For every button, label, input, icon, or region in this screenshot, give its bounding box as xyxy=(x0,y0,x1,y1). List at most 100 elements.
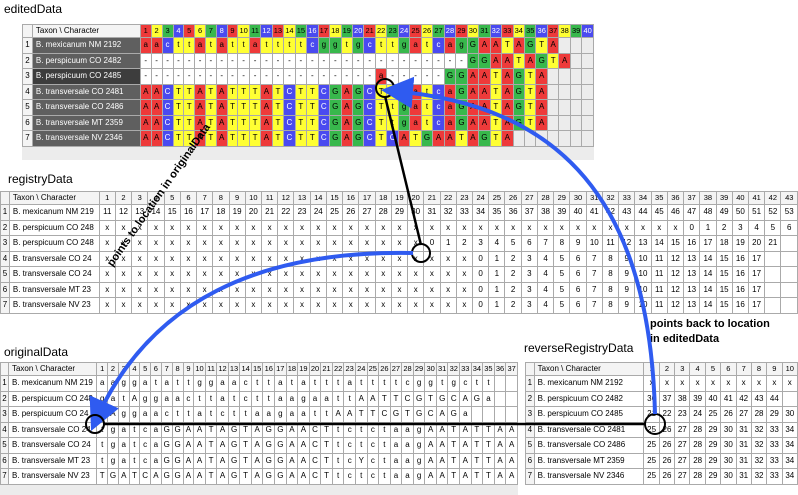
base-cell: G xyxy=(447,406,461,423)
base-cell: T xyxy=(239,421,252,438)
matrix-row: 7 B. transversale NV 2346 A A C T T A T A T T T A T C T T… xyxy=(22,130,594,147)
value-cell: 15 xyxy=(715,297,733,314)
taxon-name: B. transversale CO 2486 xyxy=(533,437,645,454)
value-cell: 13 xyxy=(683,266,701,283)
base-cell: T xyxy=(489,68,503,85)
value-cell: 25 xyxy=(643,452,660,469)
value-cell: 4 xyxy=(536,266,555,283)
taxon-name: B. transversale NV 23 xyxy=(7,468,98,485)
base-cell: - xyxy=(420,52,434,69)
base-cell: t xyxy=(128,421,141,438)
row-number: 6 xyxy=(0,452,9,469)
value-cell: x xyxy=(439,219,457,236)
value-cell: 4 xyxy=(536,297,555,314)
base-cell: G xyxy=(478,52,491,69)
value-cell xyxy=(764,250,782,267)
value-cell: x xyxy=(163,235,181,252)
column-header: 9 xyxy=(766,362,783,376)
base-cell: G xyxy=(171,421,184,438)
base-cell: t xyxy=(482,375,495,392)
base-cell: c xyxy=(306,37,319,54)
points-back-annotation-line1: points back to location xyxy=(650,318,770,330)
value-cell: 21 xyxy=(260,204,279,221)
base-cell: g xyxy=(274,406,287,423)
base-cell: T xyxy=(482,421,495,438)
base-cell: t xyxy=(183,37,196,54)
base-cell: A xyxy=(331,406,345,423)
value-cell: 42 xyxy=(735,390,752,407)
value-cell: 7 xyxy=(585,281,603,298)
value-cell: 21 xyxy=(643,406,660,423)
header-row: Taxon \ Character 1 2 3 4 5 6 7 8 9 10 xyxy=(525,362,798,376)
value-cell: 3 xyxy=(520,297,538,314)
base-cell: t xyxy=(354,437,368,454)
value-cell: x xyxy=(455,266,474,283)
value-cell: 14 xyxy=(699,297,717,314)
value-cell: 31 xyxy=(423,204,441,221)
value-cell: 12 xyxy=(666,250,685,267)
value-cell: 26 xyxy=(720,406,737,423)
value-cell: x xyxy=(228,297,246,314)
column-header: 6 xyxy=(150,362,162,376)
value-cell: 26 xyxy=(342,204,360,221)
value-cell: x xyxy=(439,266,457,283)
value-cell: 38 xyxy=(674,390,691,407)
value-cell: x xyxy=(293,250,311,267)
base-cell: A xyxy=(459,421,472,438)
matrix-row: 1 B. mexicanum NM 219 a a g g a t a t t g g a a c t t a t a t… xyxy=(0,375,518,392)
value-cell xyxy=(764,297,782,314)
value-cell: x xyxy=(196,235,214,252)
base-cell: t xyxy=(96,452,108,469)
matrix-row: 4 B. transversale CO 2481 A A C T T A T A T T T A T C T T… xyxy=(22,83,594,100)
taxon-name: B. mexicanum NM 219 xyxy=(8,204,100,221)
column-header: 31 xyxy=(585,191,603,205)
base-cell: - xyxy=(248,52,262,69)
base-cell: T xyxy=(512,52,526,69)
value-cell: 38 xyxy=(536,204,555,221)
base-cell: t xyxy=(262,375,276,392)
base-cell xyxy=(546,99,560,116)
base-cell: A xyxy=(478,37,491,54)
base-cell: G xyxy=(470,390,484,407)
value-cell: x xyxy=(244,235,262,252)
reverse-registry-matrix: Taxon \ Character 1 2 3 4 5 6 7 8 9 10 1 B. mexicanu… xyxy=(525,362,798,485)
matrix-row: 6 B. transversale MT 23 t g a t c a G G A A T A G T A G G A… xyxy=(0,452,518,469)
base-cell xyxy=(535,130,548,147)
column-header: 35 xyxy=(650,191,668,205)
base-cell: a xyxy=(262,406,276,423)
column-header: 2 xyxy=(114,191,133,205)
base-cell: g xyxy=(412,468,426,485)
base-cell: A xyxy=(505,452,518,469)
base-cell: C xyxy=(378,406,391,423)
value-cell: x xyxy=(455,250,474,267)
base-cell: c xyxy=(459,375,472,392)
base-cell: - xyxy=(139,52,152,69)
value-cell: 30 xyxy=(720,468,737,485)
base-cell: G xyxy=(478,130,491,147)
value-cell: 29 xyxy=(704,437,722,454)
base-cell xyxy=(470,406,484,423)
column-header: 18 xyxy=(329,24,342,38)
value-cell: 34 xyxy=(781,468,798,485)
value-cell: 3 xyxy=(520,281,538,298)
value-cell: x xyxy=(179,297,198,314)
base-cell: A xyxy=(435,421,449,438)
base-cell: g xyxy=(106,421,119,438)
value-cell: x xyxy=(131,266,149,283)
column-header: 13 xyxy=(293,191,311,205)
base-cell: a xyxy=(139,406,152,423)
value-cell: 16 xyxy=(683,235,701,252)
base-cell: T xyxy=(482,452,495,469)
value-cell xyxy=(780,235,798,252)
base-cell: C xyxy=(308,468,322,485)
value-cell: x xyxy=(650,219,668,236)
value-cell: 25 xyxy=(704,406,722,423)
base-cell: T xyxy=(523,83,537,100)
column-header: 40 xyxy=(731,191,750,205)
row-number: 1 xyxy=(0,204,10,221)
column-header: 26 xyxy=(378,362,391,376)
value-cell: x xyxy=(196,297,214,314)
base-cell: T xyxy=(271,130,285,147)
base-cell: A xyxy=(435,437,449,454)
base-cell: A xyxy=(297,452,310,469)
